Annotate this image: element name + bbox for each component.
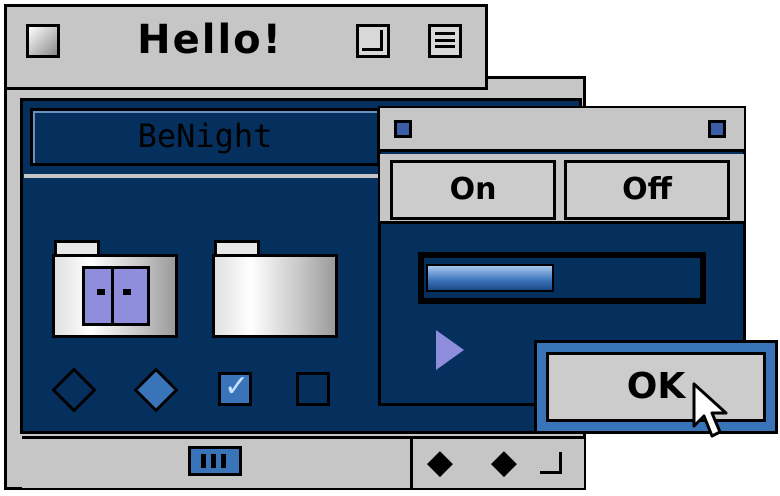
ok-button[interactable]: OK — [546, 352, 766, 422]
progress-fill — [426, 264, 554, 292]
checkbox-checked-icon[interactable]: ✓ — [218, 369, 252, 406]
window-title: Hello! — [137, 17, 283, 63]
collapse-box-icon[interactable] — [428, 24, 462, 58]
text-field-value: BeNight — [137, 117, 273, 155]
arrow-right-icon[interactable]: ◆ — [484, 442, 524, 482]
arrow-cursor-icon — [692, 382, 728, 438]
zoom-box-icon[interactable] — [356, 24, 390, 58]
off-button[interactable]: Off — [564, 160, 730, 220]
divider — [24, 174, 384, 178]
resize-grip-icon[interactable] — [540, 452, 562, 474]
dialog-titlebar[interactable] — [380, 108, 744, 152]
close-box-icon[interactable] — [26, 24, 60, 58]
grid-icon[interactable] — [188, 446, 242, 476]
dialog-zoom-icon[interactable] — [708, 120, 726, 138]
checkbox-unchecked-icon[interactable] — [296, 372, 330, 406]
finder-face-icon — [82, 266, 150, 326]
arrow-left-icon[interactable]: ◆ — [420, 442, 460, 482]
folder-icon[interactable] — [212, 254, 338, 338]
dialog-close-icon[interactable] — [394, 120, 412, 138]
on-button[interactable]: On — [390, 160, 556, 220]
play-icon[interactable] — [436, 330, 464, 370]
status-divider — [410, 438, 413, 488]
